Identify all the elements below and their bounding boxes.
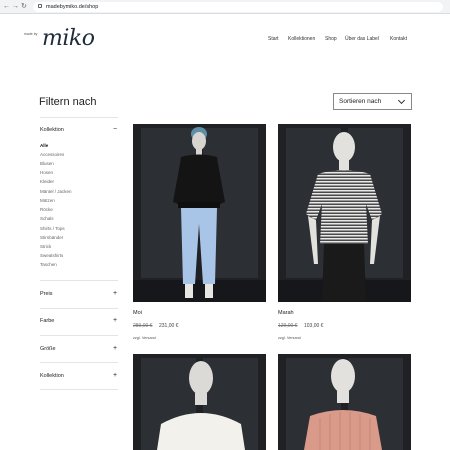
- lock-icon: [38, 4, 42, 8]
- product-shipping: zzgl. Versand: [278, 336, 301, 340]
- mannequin-figure: [157, 361, 245, 450]
- page-title: Filtern nach: [39, 96, 97, 108]
- expand-icon[interactable]: +: [113, 317, 117, 324]
- category-item[interactable]: Schals: [40, 216, 54, 222]
- category-item[interactable]: Taschen: [40, 262, 57, 268]
- category-item[interactable]: Mützen: [40, 198, 55, 204]
- filter-groesse-header[interactable]: Größe: [40, 346, 56, 352]
- product-name[interactable]: Moi: [133, 310, 142, 316]
- category-item[interactable]: Röcke: [40, 207, 53, 213]
- nav-link-shop[interactable]: Shop: [325, 36, 337, 42]
- product-shipping: zzgl. Versand: [133, 336, 156, 340]
- product-image[interactable]: [133, 354, 266, 450]
- category-item[interactable]: Mäntel / Jacken: [40, 189, 72, 195]
- category-item[interactable]: Blusen: [40, 161, 54, 167]
- category-item[interactable]: Alle: [40, 143, 48, 149]
- nav-link-kontakt[interactable]: Kontakt: [390, 36, 407, 42]
- category-item[interactable]: Hosen: [40, 170, 53, 176]
- product-old-price: 289,00 €: [133, 323, 153, 329]
- sort-label: Sortieren nach: [339, 98, 382, 105]
- filter-farbe-header[interactable]: Farbe: [40, 318, 54, 324]
- expand-icon[interactable]: +: [113, 372, 117, 379]
- nav-link-start[interactable]: Start: [268, 36, 279, 42]
- product-price: 231,00 €: [159, 323, 179, 329]
- category-item[interactable]: Strick: [40, 244, 51, 250]
- filter-kollektion-header[interactable]: Kollektion: [40, 127, 64, 133]
- category-item[interactable]: Sweatshirts: [40, 253, 63, 259]
- expand-icon[interactable]: +: [113, 290, 117, 297]
- category-item[interactable]: Stirnbänder: [40, 235, 63, 241]
- nav-link-about[interactable]: Über das Label: [345, 36, 379, 42]
- filter-kollektion2-header[interactable]: Kollektion: [40, 373, 64, 379]
- divider: [40, 308, 118, 309]
- product-image-marah[interactable]: [278, 124, 411, 302]
- product-image-moi[interactable]: [133, 124, 266, 302]
- category-item[interactable]: Kleider: [40, 179, 54, 185]
- reload-icon[interactable]: ↻: [21, 2, 27, 12]
- divider: [40, 389, 118, 390]
- mannequin-figure: [173, 127, 225, 298]
- nav-link-kollektionen[interactable]: Kollektionen: [288, 36, 315, 42]
- url-text[interactable]: madebymiko.de/shop: [46, 3, 98, 11]
- forward-arrow-icon[interactable]: →: [12, 2, 19, 12]
- divider: [40, 117, 118, 118]
- collapse-icon[interactable]: −: [113, 126, 117, 133]
- mannequin-figure: [306, 132, 382, 302]
- filter-preis-header[interactable]: Preis: [40, 291, 53, 297]
- product-name[interactable]: Marah: [278, 310, 294, 316]
- sort-dropdown[interactable]: Sortieren nach: [333, 93, 412, 110]
- product-price: 103,00 €: [304, 323, 324, 329]
- logo-tagline: made by: [24, 32, 38, 36]
- divider: [40, 335, 118, 336]
- back-arrow-icon[interactable]: ←: [3, 2, 10, 12]
- browser-toolbar: ← → ↻ madebymiko.de/shop: [0, 0, 450, 14]
- logo[interactable]: miko: [42, 28, 95, 50]
- category-item[interactable]: Accessoires: [40, 152, 64, 158]
- mannequin-figure: [304, 359, 382, 450]
- product-image[interactable]: [278, 354, 411, 450]
- expand-icon[interactable]: +: [113, 345, 117, 352]
- chevron-down-icon: [397, 96, 406, 105]
- product-old-price: 129,00 €: [278, 323, 298, 329]
- divider: [40, 362, 118, 363]
- category-item[interactable]: Shirts / Tops: [40, 226, 65, 232]
- divider: [40, 280, 118, 281]
